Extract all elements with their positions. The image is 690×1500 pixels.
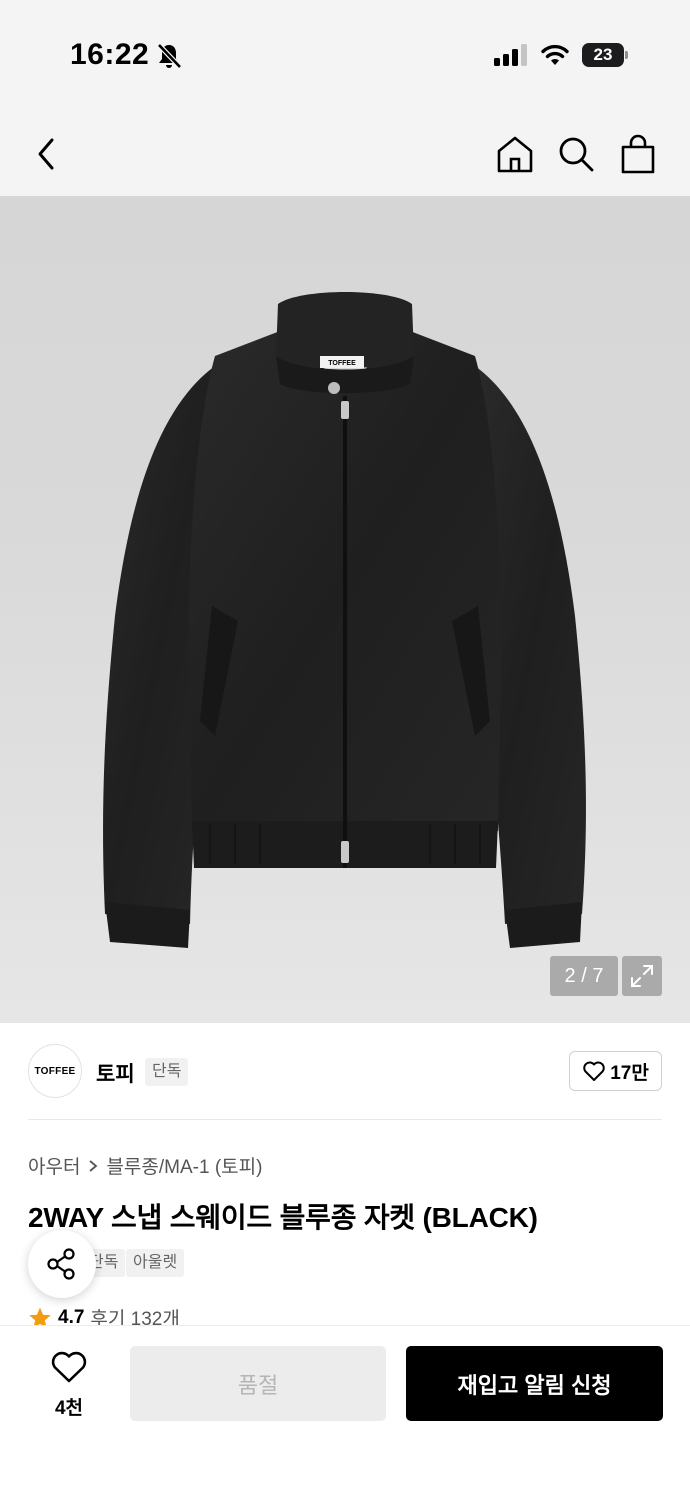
breadcrumb-subcategory[interactable]: 블루종/MA-1 (토피)	[106, 1152, 262, 1179]
search-button[interactable]	[550, 128, 602, 180]
shopping-bag-icon	[621, 134, 655, 174]
battery-indicator: 23	[582, 43, 628, 67]
brand-logo[interactable]: TOFFEE	[28, 1044, 82, 1098]
brand-like-button[interactable]: 17만	[569, 1051, 662, 1091]
battery-tip	[625, 51, 628, 59]
jacket-brand-label: TOFFEE	[328, 360, 356, 367]
wifi-icon	[541, 44, 569, 65]
soldout-button: 품절	[130, 1346, 386, 1421]
status-bar: 16:22 23	[0, 0, 690, 112]
gallery-pager: 2 / 7	[550, 956, 618, 996]
brand-name[interactable]: 토피	[96, 1058, 135, 1088]
product-jacket-image: TOFFEE	[103, 292, 586, 948]
brand-like-count: 17만	[610, 1062, 649, 1084]
breadcrumb: 아우터 블루종/MA-1 (토피)	[28, 1152, 262, 1179]
bell-slash-icon	[157, 43, 182, 69]
breadcrumb-category[interactable]: 아우터	[28, 1152, 80, 1179]
product-title: 2WAY 스냅 스웨이드 블루종 자켓 (BLACK)	[28, 1202, 538, 1233]
home-button[interactable]	[489, 128, 541, 180]
battery-level: 23	[582, 43, 624, 67]
restock-alert-button[interactable]: 재입고 알림 신청	[406, 1346, 663, 1421]
expand-button[interactable]	[622, 956, 662, 996]
bottom-action-bar: 4천 품절 재입고 알림 신청	[0, 1325, 690, 1500]
product-image-gallery[interactable]: TOFFEE 2 / 7	[0, 196, 690, 1023]
wishlist-count: 4천	[54, 1398, 84, 1419]
status-time: 16:22	[70, 38, 150, 71]
back-icon	[38, 138, 54, 170]
share-button[interactable]	[28, 1230, 96, 1298]
divider	[28, 1119, 662, 1120]
wishlist-button[interactable]: 4천	[38, 1350, 100, 1420]
signal-icon	[494, 44, 527, 66]
product-tag-outlet: 아울렛	[126, 1249, 185, 1277]
brand-exclusive-tag: 단독	[145, 1058, 189, 1086]
share-icon	[47, 1248, 75, 1280]
heart-icon	[51, 1351, 87, 1383]
chevron-right-icon	[89, 1159, 98, 1172]
nav-bar	[0, 112, 690, 196]
search-icon	[559, 137, 594, 172]
back-button[interactable]	[22, 128, 74, 180]
home-icon	[497, 136, 533, 173]
expand-icon	[631, 965, 653, 987]
cart-button[interactable]	[612, 128, 664, 180]
heart-icon	[583, 1061, 605, 1081]
